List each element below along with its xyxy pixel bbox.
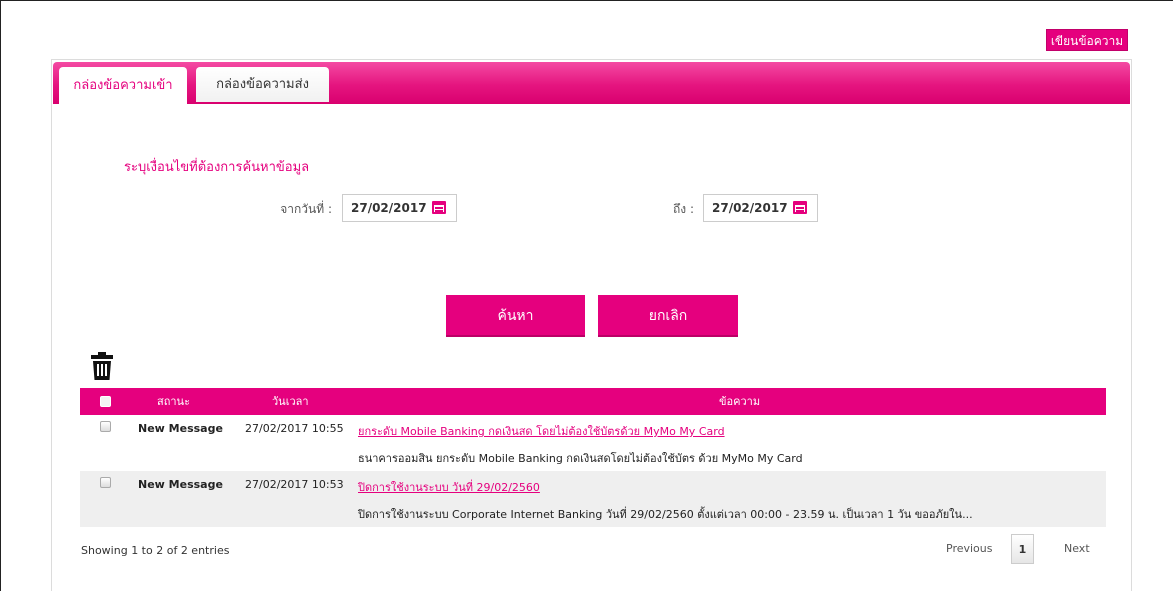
table-row: New Message 27/02/2017 10:55 ยกระดับ Mob…	[80, 415, 1106, 471]
table-info: Showing 1 to 2 of 2 entries	[81, 544, 230, 557]
to-date-field[interactable]: 27/02/2017	[703, 194, 818, 222]
header-datetime[interactable]: วันเวลา	[272, 388, 309, 415]
pagination-next[interactable]: Next	[1064, 534, 1090, 564]
message-table: สถานะ วันเวลา ข้อความ New Message 27/02/…	[80, 388, 1106, 527]
header-status[interactable]: สถานะ	[157, 388, 190, 415]
select-all-checkbox[interactable]	[100, 396, 111, 407]
row-message-preview: ธนาคารออมสิน ยกระดับ Mobile Banking กดเง…	[358, 452, 803, 465]
pagination-page-1[interactable]: 1	[1011, 534, 1034, 564]
to-date-value: 27/02/2017	[712, 201, 788, 215]
trash-icon[interactable]	[91, 352, 113, 380]
from-date-value: 27/02/2017	[351, 201, 427, 215]
row-subject-link[interactable]: ยกระดับ Mobile Banking กดเงินสด โดยไม่ต้…	[358, 422, 725, 440]
pagination-previous[interactable]: Previous	[946, 534, 993, 564]
row-checkbox[interactable]	[100, 421, 111, 432]
row-message-preview: ปิดการใช้งานระบบ Corporate Internet Bank…	[358, 508, 973, 521]
row-status: New Message	[138, 478, 223, 491]
table-row: New Message 27/02/2017 10:53 ปิดการใช้งา…	[80, 471, 1106, 527]
row-datetime: 27/02/2017 10:55	[245, 422, 344, 435]
cancel-button[interactable]: ยกเลิก	[598, 295, 738, 337]
tab-inbox[interactable]: กล่องข้อความเข้า	[59, 67, 187, 104]
row-status: New Message	[138, 422, 223, 435]
table-header: สถานะ วันเวลา ข้อความ	[80, 388, 1106, 415]
row-datetime: 27/02/2017 10:53	[245, 478, 344, 491]
from-date-label: จากวันที่ :	[280, 202, 332, 216]
row-subject-link[interactable]: ปิดการใช้งานระบบ วันที่ 29/02/2560	[358, 478, 540, 496]
from-date-field[interactable]: 27/02/2017	[342, 194, 457, 222]
compose-message-button[interactable]: เขียนข้อความ	[1046, 29, 1128, 51]
calendar-icon[interactable]	[432, 201, 446, 214]
tab-bar: กล่องข้อความเข้า กล่องข้อความส่ง	[53, 62, 1130, 104]
search-criteria-title: ระบุเงื่อนไขที่ต้องการค้นหาข้อมูล	[124, 160, 310, 175]
to-date-label: ถึง :	[673, 202, 694, 216]
row-checkbox[interactable]	[100, 477, 111, 488]
search-button[interactable]: ค้นหา	[446, 295, 585, 337]
header-message[interactable]: ข้อความ	[719, 388, 760, 415]
tab-outbox[interactable]: กล่องข้อความส่ง	[196, 67, 329, 102]
calendar-icon[interactable]	[793, 201, 807, 214]
